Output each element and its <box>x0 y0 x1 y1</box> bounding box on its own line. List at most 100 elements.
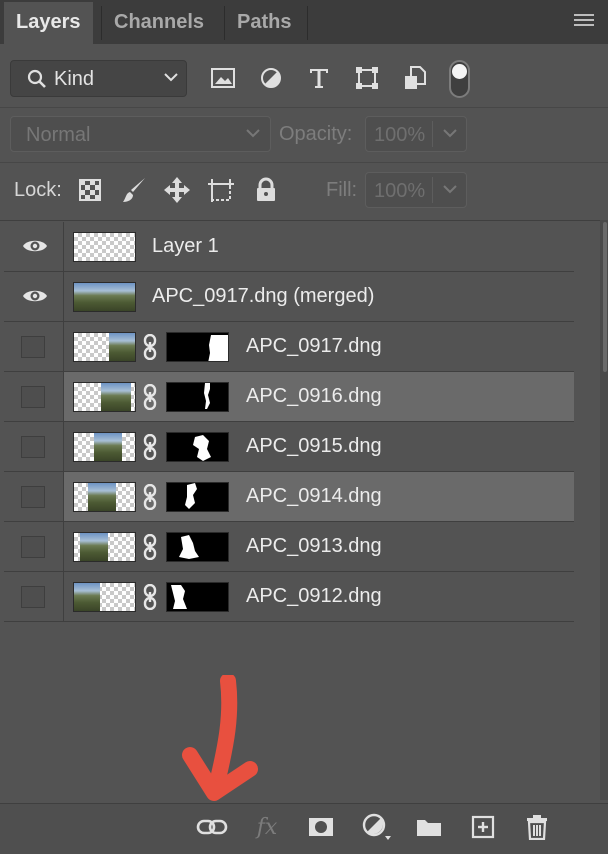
layer-thumbnail[interactable] <box>73 232 136 262</box>
fill-value: 100% <box>374 180 426 202</box>
layer-row[interactable]: APC_0917.dng <box>4 322 574 372</box>
group-folder-icon[interactable] <box>412 812 446 842</box>
chevron-down-icon <box>164 73 178 82</box>
visibility-column <box>4 572 64 621</box>
layer-row[interactable]: Layer 1 <box>4 222 574 272</box>
layer-thumbnail[interactable] <box>73 482 136 512</box>
layer-row[interactable]: APC_0916.dng <box>4 372 574 422</box>
layer-thumbnail[interactable] <box>73 582 136 612</box>
link-layers-icon[interactable] <box>195 812 229 842</box>
visibility-column <box>4 322 64 371</box>
filter-kind-select[interactable]: Kind <box>10 60 187 97</box>
shape-filter-icon[interactable] <box>352 63 382 93</box>
fill-label: Fill: <box>326 179 358 201</box>
layer-thumbnail[interactable] <box>73 532 136 562</box>
layer-name[interactable]: Layer 1 <box>152 235 219 258</box>
fx-label: fx <box>256 814 278 840</box>
layer-thumbnail[interactable] <box>73 382 136 412</box>
panel-tab-bar: Layers Channels Paths <box>0 0 608 44</box>
type-filter-icon[interactable] <box>304 63 334 93</box>
lock-position-icon[interactable] <box>162 175 192 205</box>
layer-name[interactable]: APC_0913.dng <box>246 535 382 558</box>
divider <box>0 107 608 108</box>
layer-mask-thumbnail[interactable] <box>166 432 229 462</box>
chain-link-icon[interactable] <box>142 534 158 560</box>
lock-label: Lock: <box>14 179 62 201</box>
layer-thumbnail[interactable] <box>73 432 136 462</box>
divider <box>0 220 608 221</box>
chain-link-icon[interactable] <box>142 334 158 360</box>
visibility-column <box>4 422 64 471</box>
layer-thumbnail[interactable] <box>73 282 136 312</box>
layer-name[interactable]: APC_0917.dng (merged) <box>152 285 374 308</box>
trash-icon[interactable] <box>520 812 554 842</box>
adjustment-filter-icon[interactable] <box>256 63 286 93</box>
panel-menu-icon[interactable] <box>574 14 594 29</box>
layer-name[interactable]: APC_0912.dng <box>246 585 382 608</box>
blend-mode-select[interactable]: Normal <box>10 116 271 152</box>
visibility-column <box>4 472 64 521</box>
toggle-knob <box>452 64 467 79</box>
opacity-label: Opacity: <box>279 123 353 145</box>
layer-name[interactable]: APC_0915.dng <box>246 435 382 458</box>
scrollbar-thumb[interactable] <box>603 222 607 372</box>
add-mask-icon[interactable] <box>304 812 338 842</box>
divider <box>0 162 608 163</box>
opacity-value: 100% <box>374 124 426 146</box>
visibility-column <box>4 222 64 271</box>
visibility-toggle[interactable] <box>21 586 45 608</box>
tab-paths[interactable]: Paths <box>225 2 303 44</box>
new-layer-icon[interactable] <box>466 812 500 842</box>
chevron-down-icon <box>246 129 260 138</box>
opacity-field[interactable]: 100% <box>365 116 467 152</box>
layer-name[interactable]: APC_0914.dng <box>246 485 382 508</box>
chain-link-icon[interactable] <box>142 584 158 610</box>
tab-layers[interactable]: Layers <box>4 2 93 44</box>
layer-row[interactable]: APC_0917.dng (merged) <box>4 272 574 322</box>
visibility-toggle[interactable] <box>21 436 45 458</box>
layer-mask-thumbnail[interactable] <box>166 532 229 562</box>
lock-image-pixels-icon[interactable] <box>119 175 149 205</box>
layer-thumbnail[interactable] <box>73 332 136 362</box>
fx-icon[interactable]: fx <box>250 812 284 842</box>
annotation-arrow-icon <box>182 675 258 801</box>
layer-mask-thumbnail[interactable] <box>166 332 229 362</box>
visibility-toggle[interactable] <box>21 486 45 508</box>
layer-row[interactable]: APC_0913.dng <box>4 522 574 572</box>
filter-toggle-switch[interactable] <box>449 60 470 98</box>
layer-mask-thumbnail[interactable] <box>166 382 229 412</box>
eye-icon[interactable] <box>22 288 48 304</box>
visibility-toggle[interactable] <box>21 336 45 358</box>
visibility-column <box>4 372 64 421</box>
lock-transparent-pixels-icon[interactable] <box>75 175 105 205</box>
lock-all-icon[interactable] <box>251 175 281 205</box>
chain-link-icon[interactable] <box>142 484 158 510</box>
search-icon <box>27 69 46 88</box>
fill-field[interactable]: 100% <box>365 172 467 208</box>
layer-row[interactable]: APC_0914.dng <box>4 472 574 522</box>
filter-kind-label: Kind <box>54 68 95 90</box>
tab-channels[interactable]: Channels <box>102 2 216 44</box>
layer-name[interactable]: APC_0917.dng <box>246 335 382 358</box>
lock-artboard-icon[interactable] <box>206 175 236 205</box>
eye-icon[interactable] <box>22 238 48 254</box>
layers-list: Layer 1 APC_0917.dng (merged) APC_0917.d… <box>4 222 574 622</box>
adjustment-layer-icon[interactable] <box>359 812 393 842</box>
blend-mode-value: Normal <box>26 124 91 146</box>
chain-link-icon[interactable] <box>142 384 158 410</box>
image-filter-icon[interactable] <box>208 63 238 93</box>
layer-row[interactable]: APC_0915.dng <box>4 422 574 472</box>
chevron-down-icon <box>443 185 457 194</box>
visibility-column <box>4 272 64 321</box>
layer-mask-thumbnail[interactable] <box>166 582 229 612</box>
visibility-toggle[interactable] <box>21 386 45 408</box>
chevron-down-icon <box>443 129 457 138</box>
tab-divider <box>307 6 308 40</box>
layer-name[interactable]: APC_0916.dng <box>246 385 382 408</box>
visibility-column <box>4 522 64 571</box>
layer-mask-thumbnail[interactable] <box>166 482 229 512</box>
visibility-toggle[interactable] <box>21 536 45 558</box>
chain-link-icon[interactable] <box>142 434 158 460</box>
smart-object-filter-icon[interactable] <box>400 63 430 93</box>
layer-row[interactable]: APC_0912.dng <box>4 572 574 622</box>
